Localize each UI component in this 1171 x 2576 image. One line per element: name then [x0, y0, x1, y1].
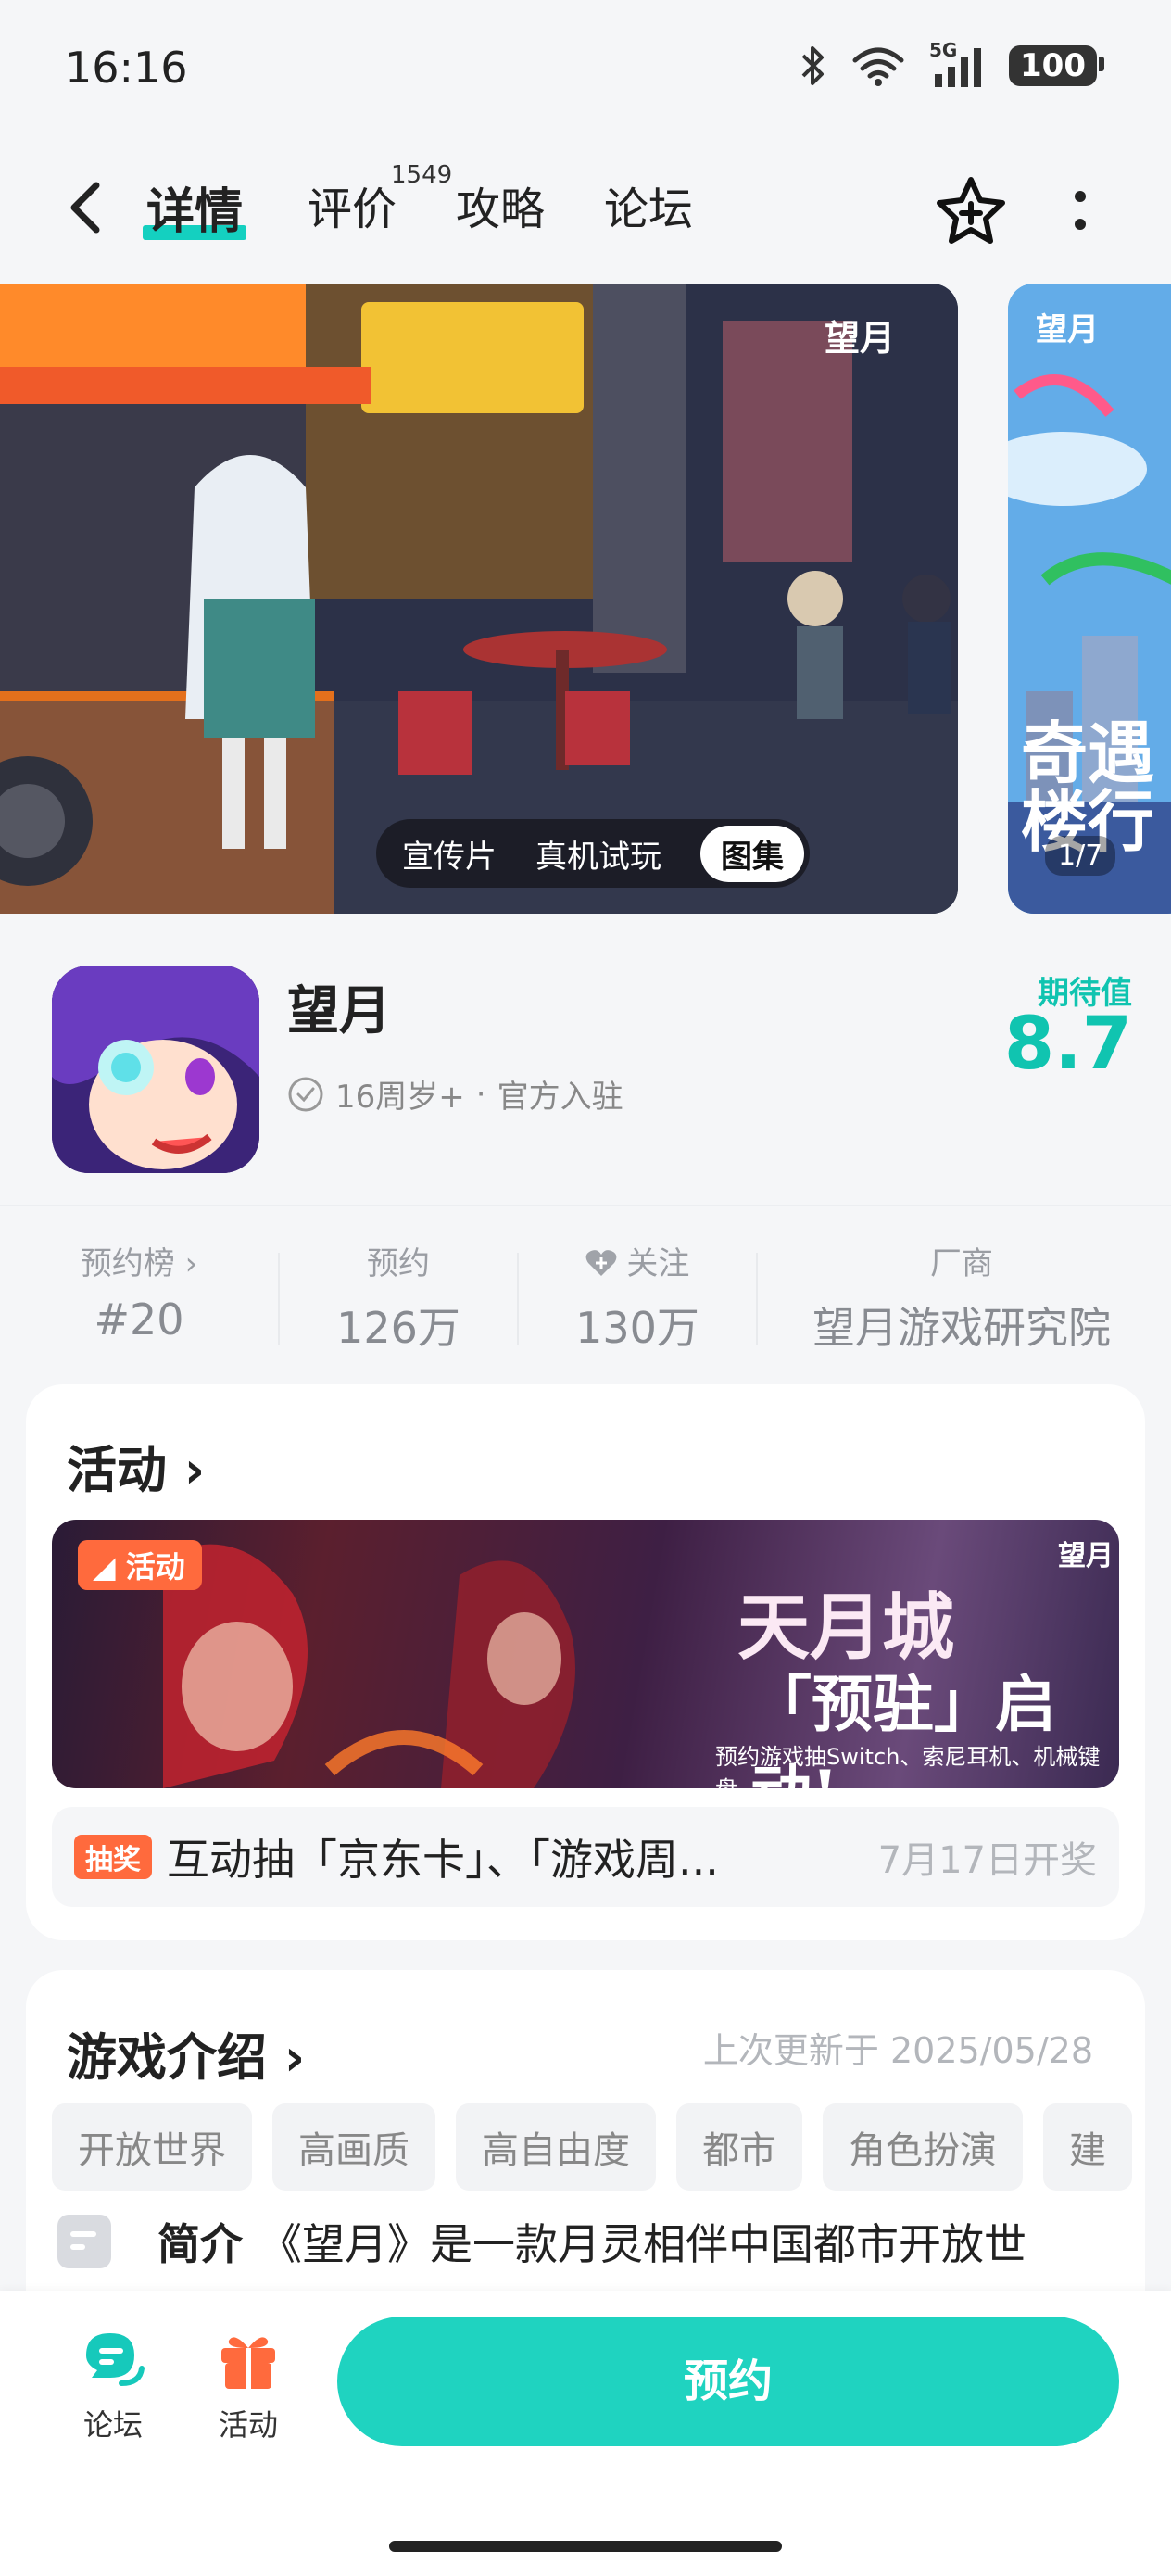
stat-follows-label: 关注 — [626, 1245, 690, 1282]
tab-reviews[interactable]: 评价 — [308, 172, 397, 237]
bottom-action-bar: 论坛 活动 预约 — [0, 2291, 1171, 2576]
status-icons: 5G 100 — [800, 39, 1104, 87]
media-switch-gallery[interactable]: 图集 — [700, 825, 804, 882]
home-indicator[interactable] — [389, 2541, 782, 2552]
watermark-logo: 望月 — [825, 317, 896, 359]
chevron-right-icon: › — [183, 1441, 206, 1499]
review-count: 1549 — [391, 161, 453, 189]
lottery-date: 7月17日开奖 — [877, 1839, 1097, 1882]
media-switch-trailer[interactable]: 宣传片 — [402, 831, 497, 877]
stat-follows-value: 130万 — [575, 1303, 699, 1353]
bluetooth-icon — [801, 46, 825, 85]
expectation-score: 8.7 — [1003, 1003, 1132, 1086]
watermark-logo-2: 望月 — [1036, 311, 1099, 348]
megaphone-icon: ◢ — [93, 1549, 126, 1585]
media-type-switch: 宣传片 真机试玩 图集 — [376, 819, 810, 888]
activity-section-header[interactable]: 活动 › — [67, 1429, 205, 1502]
tag-chip[interactable]: 角色扮演 — [823, 2103, 1023, 2191]
top-navigation: 详情 评价 1549 攻略 论坛 — [0, 158, 1171, 259]
star-add-icon[interactable] — [934, 174, 1008, 248]
lottery-tag: 抽奖 — [74, 1835, 152, 1879]
activity-badge: ◢ 活动 — [78, 1540, 202, 1590]
intro-section-header[interactable]: 游戏介绍 › — [67, 2016, 305, 2090]
stat-reservations: 预约 126万 — [280, 1206, 517, 1370]
tab-forum[interactable]: 论坛 — [604, 172, 693, 237]
stat-developer-value: 望月游戏研究院 — [812, 1303, 1111, 1353]
stat-developer[interactable]: 厂商 望月游戏研究院 — [758, 1206, 1165, 1370]
lottery-item[interactable]: 抽奖 互动抽「京东卡」、「游戏周... 7月17日开奖 — [52, 1807, 1119, 1907]
tag-chip[interactable]: 开放世界 — [52, 2103, 252, 2191]
cellular-signal-icon: 5G — [929, 39, 985, 87]
meta-separator: · — [475, 1075, 486, 1113]
tab-details[interactable]: 详情 — [142, 172, 247, 242]
reserve-button[interactable]: 预约 — [337, 2317, 1119, 2446]
wifi-icon — [852, 47, 904, 86]
tag-chip[interactable]: 高画质 — [272, 2103, 435, 2191]
tag-chip[interactable]: 建 — [1043, 2103, 1132, 2191]
stat-reservations-label: 预约 — [367, 1245, 430, 1282]
bottom-forum-button[interactable]: 论坛 — [67, 2328, 159, 2444]
game-app-icon — [52, 966, 259, 1173]
page-indicator: 1/7 — [1045, 836, 1116, 876]
activity-badge-label: 活动 — [125, 1549, 185, 1585]
intro-summary-label: 简介 — [157, 2219, 243, 2269]
stat-follows[interactable]: 关注 130万 — [519, 1206, 756, 1370]
activity-banner[interactable]: ◢ 活动 望月 天月城 「预驻」启动! 预约游戏抽Switch、索尼耳机、机械键… — [52, 1520, 1119, 1788]
intro-summary[interactable]: 简介 《望月》是一款月灵相伴中国都市开放世 — [57, 2211, 1026, 2272]
status-time: 16:16 — [65, 43, 188, 93]
lottery-text: 互动抽「京东卡」、「游戏周... — [167, 1835, 719, 1885]
gift-icon — [221, 2337, 275, 2389]
bottom-activity-button[interactable]: 活动 — [202, 2328, 295, 2444]
intro-summary-text: 《望月》是一款月灵相伴中国都市开放世 — [259, 2219, 1026, 2269]
battery-indicator: 100 — [1009, 45, 1104, 86]
tab-guides[interactable]: 攻略 — [456, 172, 545, 237]
stat-rank[interactable]: 预约榜 › #20 — [0, 1206, 278, 1370]
watermark-logo-3: 望月 — [1058, 1540, 1114, 1572]
media-gallery-next-image[interactable]: 望月 奇遇 楼行 1/7 — [1008, 284, 1171, 914]
stat-rank-value: #20 — [94, 1294, 184, 1345]
official-badge: 官方入驻 — [497, 1079, 623, 1116]
game-title: 望月 — [287, 981, 391, 1042]
age-rating: 16周岁+ — [335, 1079, 465, 1116]
back-icon[interactable] — [63, 180, 109, 235]
tags-row: 开放世界 高画质 高自由度 都市 角色扮演 建 — [52, 2103, 1145, 2191]
stats-row: 预约榜 › #20 预约 126万 关注 130万 厂商 望月游戏研究院 — [0, 1205, 1171, 1370]
forum-chat-icon — [86, 2333, 145, 2386]
bottom-activity-label: 活动 — [218, 2407, 278, 2443]
stat-rank-label: 预约榜 — [80, 1245, 175, 1282]
more-vertical-icon[interactable] — [1064, 183, 1097, 239]
activity-description: 预约游戏抽Switch、索尼耳机、机械键盘 — [715, 1744, 1101, 1788]
network-type: 5G — [929, 39, 958, 61]
stat-developer-label: 厂商 — [930, 1245, 993, 1282]
chevron-right-icon: › — [184, 1245, 198, 1282]
tag-chip[interactable]: 都市 — [676, 2103, 802, 2191]
intro-section-title: 游戏介绍 — [67, 2028, 267, 2087]
activity-section-title: 活动 — [67, 1441, 167, 1499]
document-icon — [57, 2215, 111, 2268]
game-meta: 16周岁+ · 官方入驻 — [287, 1071, 623, 1117]
heart-plus-icon — [586, 1250, 616, 1276]
chevron-right-icon: › — [283, 2028, 306, 2087]
tag-chip[interactable]: 高自由度 — [456, 2103, 656, 2191]
media-switch-gameplay[interactable]: 真机试玩 — [535, 831, 661, 877]
activity-card: 活动 › ◢ 活动 望月 天月城 「预驻」启动! 预约游戏抽Switch、索尼耳… — [26, 1384, 1145, 1940]
verified-icon — [288, 1077, 323, 1111]
intro-update-time: 上次更新于 2025/05/28 — [702, 2030, 1093, 2071]
stat-reservations-value: 126万 — [336, 1303, 460, 1353]
media-gallery-image[interactable]: 望月 宣传片 真机试玩 图集 — [0, 284, 958, 914]
bottom-forum-label: 论坛 — [82, 2407, 143, 2443]
